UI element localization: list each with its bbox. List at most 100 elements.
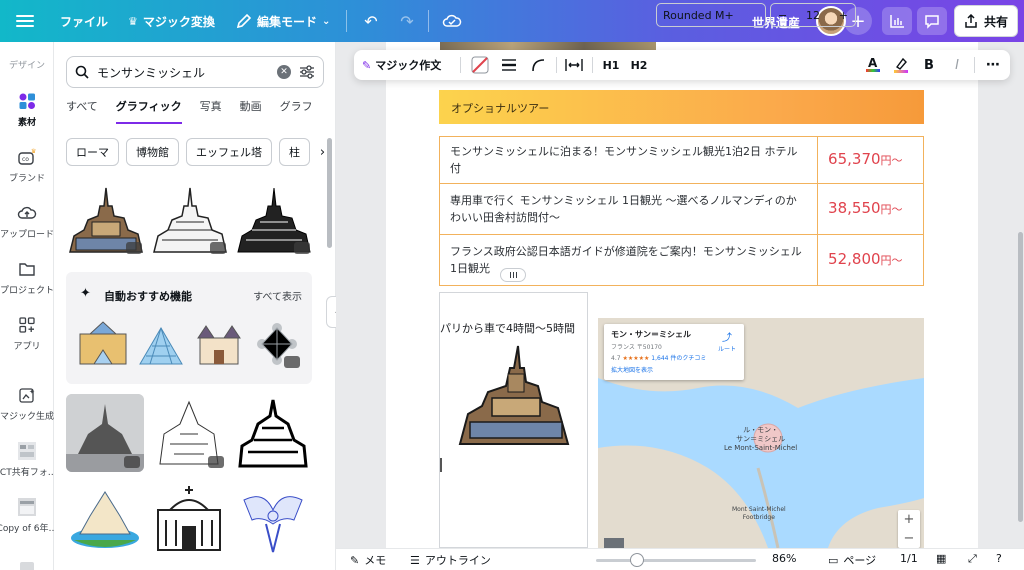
tab-videos[interactable]: 動画 — [240, 98, 262, 124]
access-text[interactable]: パリから車で4時間〜5時間 — [440, 320, 575, 336]
graphic-sketch-abbey[interactable] — [150, 394, 228, 472]
magic-generate-icon: ✦ — [16, 384, 38, 406]
graphic-chateau[interactable] — [192, 318, 246, 372]
tab-all[interactable]: すべて — [66, 98, 98, 124]
enlarge-map-link[interactable]: 拡大地図を表示 — [611, 365, 737, 374]
graphic-atomium[interactable] — [250, 318, 304, 372]
corner-rounding-icon[interactable] — [526, 50, 550, 80]
premium-badge-icon — [126, 242, 142, 254]
rail-item-copy-doc[interactable]: Copy of 6年… — [0, 496, 57, 534]
rail-item-magic-generate[interactable]: ✦ マジック生成 — [0, 384, 54, 422]
menu-icon[interactable] — [16, 12, 34, 30]
map-place-card: モン・サン＝ミシェル フランス 〒50170 4.7 ★★★★★ 1,644 件… — [604, 324, 744, 380]
decrease-size-button[interactable]: − — [778, 9, 787, 22]
rail-item-shared-folder[interactable]: ICT共有フォ… — [0, 440, 57, 478]
map-thumbnail-toggle[interactable] — [604, 538, 624, 548]
rail-item-brand[interactable]: co ♛ ブランド — [0, 146, 54, 184]
zoom-out-button[interactable]: − — [898, 529, 920, 548]
redo-icon[interactable]: ↷ — [397, 11, 417, 31]
graphic-louvre-palace[interactable] — [76, 318, 130, 372]
cloud-saved-icon[interactable] — [442, 11, 462, 31]
text-cursor — [440, 458, 442, 472]
outline-button[interactable]: ☰ アウトライン — [410, 552, 491, 568]
pages-label: ページ — [843, 554, 877, 567]
graphic-archangel-blue[interactable] — [234, 480, 312, 558]
increase-size-button[interactable]: + — [839, 9, 848, 22]
tour-name: フランス政府公認日本語ガイドが修道院をご案内！モンサンミッシェル1日観光 — [438, 234, 819, 286]
undo-icon[interactable]: ↶ — [361, 11, 381, 31]
pages-icon: ▭ — [828, 553, 839, 567]
graphic-mont-saint-michel-black[interactable] — [234, 182, 314, 258]
more-options-icon[interactable]: ⋯ — [982, 50, 1004, 80]
rail-item-more[interactable] — [0, 556, 54, 570]
page-count[interactable]: 1/1 — [900, 552, 918, 565]
magic-wand-icon: ✎ — [362, 58, 372, 72]
chip-rome[interactable]: ローマ — [66, 138, 119, 166]
rail-item-elements[interactable]: 素材 — [0, 90, 54, 128]
notes-button[interactable]: ✎ メモ — [350, 552, 386, 568]
zoom-slider[interactable] — [596, 553, 756, 567]
magic-convert-button[interactable]: ♛ マジック変換 — [128, 0, 215, 42]
section-header-bar[interactable]: オプショナルツアー — [439, 90, 924, 124]
chip-museum[interactable]: 博物館 — [126, 138, 179, 166]
rail-item-apps[interactable]: アプリ — [0, 314, 54, 352]
graphic-cathedral-facade[interactable] — [150, 480, 228, 558]
rail-item-design[interactable]: デザイン — [0, 58, 54, 71]
divider — [346, 10, 347, 32]
insights-chart-icon[interactable] — [882, 7, 912, 35]
graphic-louvre-pyramid[interactable] — [134, 318, 188, 372]
tour-table[interactable]: モンサンミッシェルに泊まる！モンサンミッシェル観光1泊2日 ホテル付 65,37… — [438, 136, 924, 286]
fullscreen-icon[interactable]: ⤢ — [968, 552, 977, 566]
shared-folder-icon — [16, 440, 38, 462]
heading-1-button[interactable]: H1 — [598, 50, 624, 80]
search-input[interactable] — [97, 65, 269, 79]
comment-icon[interactable] — [917, 7, 947, 35]
grid-view-icon[interactable]: ▦ — [936, 552, 946, 565]
mont-saint-michel-graphic[interactable] — [456, 344, 576, 448]
graphic-floating-island[interactable] — [66, 480, 144, 558]
tab-charts[interactable]: グラフ — [280, 98, 313, 124]
graphic-mont-saint-michel-line[interactable] — [150, 182, 230, 258]
directions-button[interactable]: ⤴ ルート — [718, 329, 736, 353]
graphic-mont-saint-michel-color[interactable] — [66, 182, 146, 258]
zoom-slider-knob[interactable] — [630, 553, 644, 567]
tab-graphics[interactable]: グラフィック — [115, 98, 182, 124]
heading-2-button[interactable]: H2 — [626, 50, 652, 80]
column-width-icon[interactable] — [562, 50, 586, 80]
video-icon — [16, 556, 38, 570]
edit-mode-dropdown[interactable]: 編集モード ⌄ — [236, 0, 330, 42]
rail-item-label: アップロード — [0, 230, 55, 240]
border-style-icon[interactable] — [497, 50, 521, 80]
font-family-dropdown[interactable]: Rounded M+ — [656, 3, 766, 27]
bold-button[interactable]: B — [918, 50, 940, 80]
italic-button[interactable]: I — [946, 50, 968, 80]
share-button[interactable]: 共有 — [954, 5, 1018, 37]
graphic-bold-outline-abbey[interactable] — [234, 394, 312, 472]
section-header-text: オプショナルツアー — [451, 102, 550, 115]
zoom-level[interactable]: 86% — [772, 552, 796, 565]
zoom-in-button[interactable]: + — [898, 510, 920, 529]
chip-eiffel-tower[interactable]: エッフェル塔 — [186, 138, 272, 166]
bottom-bar: ✎ メモ ☰ アウトライン 86% ▭ ページ 1/1 ▦ ⤢ ? — [336, 548, 1024, 570]
filter-sliders-icon[interactable] — [299, 65, 315, 79]
clear-search-icon[interactable]: ✕ — [277, 65, 291, 79]
graphic-mont-saint-michel-photo[interactable] — [66, 394, 144, 472]
pages-button[interactable]: ▭ ページ — [828, 552, 876, 568]
share-label: 共有 — [983, 14, 1008, 29]
rail-item-upload[interactable]: アップロード — [0, 202, 54, 240]
magic-write-button[interactable]: ✎ マジック作文 — [362, 50, 441, 80]
font-size-value[interactable]: 12 — [806, 9, 820, 22]
divider — [556, 57, 557, 73]
no-color-icon[interactable] — [468, 50, 492, 80]
canvas-scrollbar[interactable] — [1018, 232, 1023, 522]
text-color-icon[interactable]: A — [862, 50, 884, 80]
see-all-link[interactable]: すべて表示 — [253, 288, 302, 303]
tab-photos[interactable]: 写真 — [200, 98, 222, 124]
chip-pillar[interactable]: 柱 — [279, 138, 310, 166]
highlighter-icon[interactable] — [890, 50, 912, 80]
help-icon[interactable]: ? — [996, 552, 1002, 565]
rail-item-projects[interactable]: プロジェクト — [0, 258, 54, 296]
table-resize-handle[interactable] — [500, 268, 526, 282]
file-menu[interactable]: ファイル — [60, 0, 108, 42]
panel-scrollbar[interactable] — [327, 138, 332, 248]
